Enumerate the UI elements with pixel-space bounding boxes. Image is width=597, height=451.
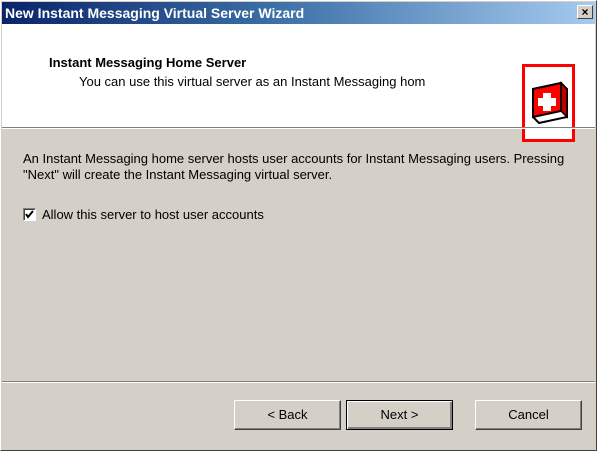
wizard-window: New Instant Messaging Virtual Server Wiz…: [0, 0, 597, 451]
header-divider-highlight: [2, 128, 595, 129]
description-text: An Instant Messaging home server hosts u…: [23, 151, 565, 182]
host-accounts-label[interactable]: Allow this server to host user accounts: [42, 207, 264, 223]
back-button[interactable]: < Back: [234, 400, 341, 430]
window-title: New Instant Messaging Virtual Server Wiz…: [5, 5, 305, 21]
first-aid-kit-icon: [522, 64, 575, 142]
cancel-button[interactable]: Cancel: [475, 400, 582, 430]
host-accounts-checkbox[interactable]: [23, 208, 36, 221]
close-icon: ×: [581, 5, 589, 19]
page-subtitle: You can use this virtual server as an In…: [79, 74, 426, 89]
title-bar[interactable]: New Instant Messaging Virtual Server Wiz…: [2, 2, 595, 24]
wizard-header: Instant Messaging Home Server You can us…: [2, 24, 595, 142]
checkmark-icon: [25, 210, 34, 219]
footer-divider-highlight: [2, 382, 595, 383]
page-title: Instant Messaging Home Server: [49, 55, 247, 70]
close-button[interactable]: ×: [577, 5, 593, 19]
next-button[interactable]: Next >: [346, 400, 453, 430]
